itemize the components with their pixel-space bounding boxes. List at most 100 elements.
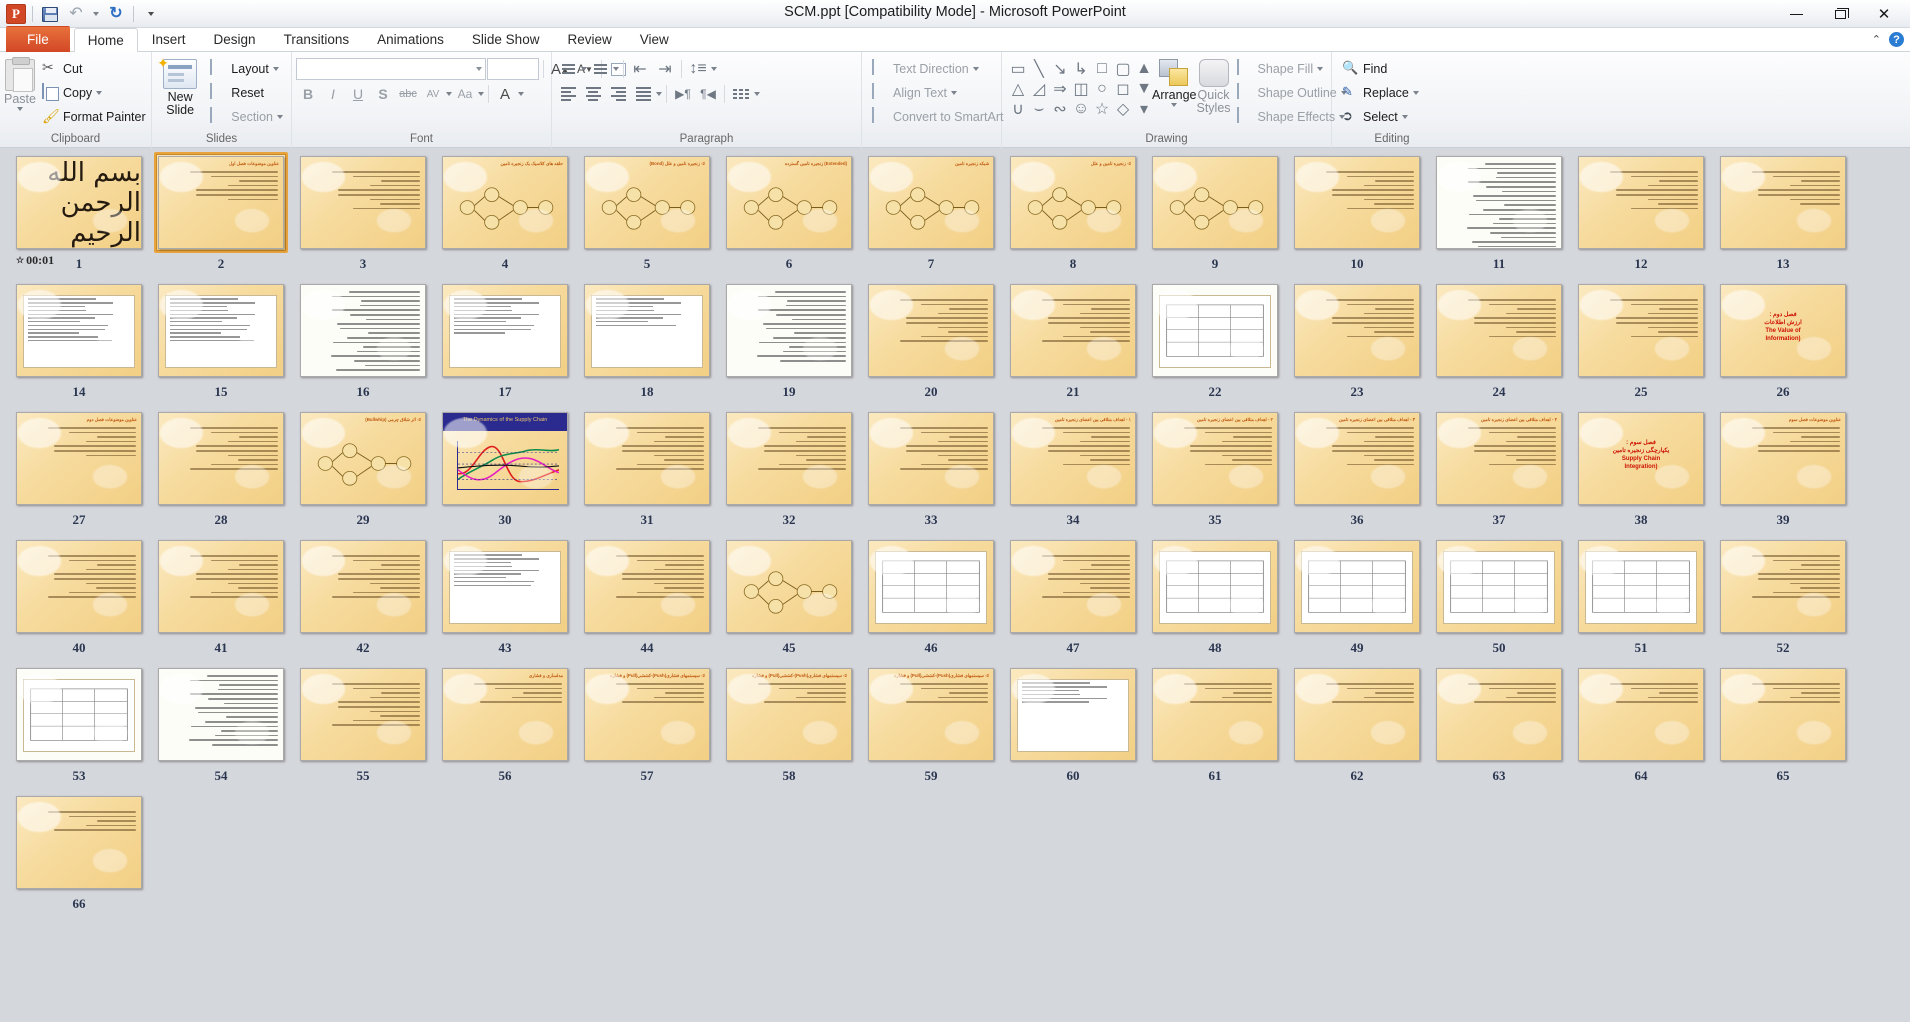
reset-button[interactable]: Reset [206, 81, 287, 104]
slide-thumbnail-50[interactable] [1432, 536, 1566, 637]
slide-thumbnail-14[interactable] [12, 280, 146, 381]
slide-thumbnail-62[interactable] [1290, 664, 1424, 765]
tab-design[interactable]: Design [200, 27, 270, 52]
slide-thumbnail-7[interactable]: شبکه زنجیره تامین [864, 152, 998, 253]
slide-thumbnail-17[interactable] [438, 280, 572, 381]
slide-thumbnail-22[interactable] [1148, 280, 1282, 381]
slide-thumbnail-8[interactable]: 2- زنجیره تامین و علل [1006, 152, 1140, 253]
font-size-combobox[interactable] [487, 58, 539, 80]
slide-thumbnail-3[interactable] [296, 152, 430, 253]
slide-thumbnail-65[interactable] [1716, 664, 1850, 765]
slide-thumbnail-52[interactable] [1716, 536, 1850, 637]
slide-thumbnail-64[interactable] [1574, 664, 1708, 765]
line-spacing-button[interactable]: ↕≡ [686, 58, 710, 80]
restore-button[interactable] [1818, 3, 1862, 25]
text-shadow-button[interactable]: S [371, 83, 395, 105]
tab-slide-show[interactable]: Slide Show [458, 27, 554, 52]
align-center-button[interactable] [581, 83, 605, 105]
tab-view[interactable]: View [626, 27, 683, 52]
italic-button[interactable]: I [321, 83, 345, 105]
slide-thumbnail-45[interactable] [722, 536, 856, 637]
slide-thumbnail-39[interactable]: عناوین موضوعات فصل سوم [1716, 408, 1850, 509]
slide-thumbnail-51[interactable] [1574, 536, 1708, 637]
slide-thumbnail-26[interactable]: فصل دوم : ارزش اطلاعات The Value of (Inform… [1716, 280, 1850, 381]
close-button[interactable]: ✕ [1862, 3, 1906, 25]
slide-thumbnail-1[interactable]: بسم الله الرحمن الرحیم [12, 152, 146, 253]
slide-thumbnail-16[interactable] [296, 280, 430, 381]
find-button[interactable]: 🔍 Find [1338, 57, 1423, 80]
slide-thumbnail-25[interactable] [1574, 280, 1708, 381]
slide-thumbnail-56[interactable]: مدلسازی و فشاری [438, 664, 572, 765]
slide-sorter-pane[interactable]: بسم الله الرحمن الرحیم ☆ 00:01 1 عناوین موضو… [0, 148, 1910, 1022]
new-slide-button[interactable]: ✦ New Slide [156, 55, 204, 117]
slide-thumbnail-12[interactable] [1574, 152, 1708, 253]
layout-button[interactable]: Layout [206, 57, 287, 80]
text-direction-button[interactable]: Text Direction [868, 57, 1007, 80]
slide-thumbnail-60[interactable] [1006, 664, 1140, 765]
convert-to-smartart-button[interactable]: Convert to SmartArt [868, 105, 1007, 128]
slide-thumbnail-35[interactable]: ۲ - اهداف متلاقی بین اعضای زنجیره تامین [1148, 408, 1282, 509]
slide-thumbnail-10[interactable] [1290, 152, 1424, 253]
slide-thumbnail-54[interactable] [154, 664, 288, 765]
slide-thumbnail-46[interactable] [864, 536, 998, 637]
slide-thumbnail-48[interactable] [1148, 536, 1282, 637]
slide-thumbnail-29[interactable]: 2- اثر شلاق چرمی (Bullwhip) [296, 408, 430, 509]
slide-thumbnail-55[interactable] [296, 664, 430, 765]
slide-thumbnail-59[interactable]: 2- سیستمهای فشاری(Push)-کششی(Pull) و فشا… [864, 664, 998, 765]
bullets-button[interactable] [556, 58, 580, 80]
increase-indent-button[interactable]: ⇥ [653, 58, 677, 80]
slide-thumbnail-23[interactable] [1290, 280, 1424, 381]
slide-thumbnail-53[interactable] [12, 664, 146, 765]
underline-button[interactable]: U [346, 83, 370, 105]
slide-thumbnail-19[interactable] [722, 280, 856, 381]
columns-button[interactable] [729, 83, 753, 105]
slide-thumbnail-18[interactable] [580, 280, 714, 381]
slide-thumbnail-24[interactable] [1432, 280, 1566, 381]
bold-button[interactable]: B [296, 83, 320, 105]
slide-thumbnail-33[interactable] [864, 408, 998, 509]
slide-thumbnail-40[interactable] [12, 536, 146, 637]
change-case-button[interactable]: Aa [453, 83, 477, 105]
slide-thumbnail-6[interactable]: (Extended) زنجیره تامین گسترده [722, 152, 856, 253]
shape-gallery[interactable]: ▭ ╲ ↘ ↳ □ ▢ ▲ △ ◿ ⇒ ◫ ○ ◻ ▼ ∪ ⌣ ∾ ☺ ☆ ◇ [1006, 57, 1152, 118]
rtl-text-direction-button[interactable]: ¶◀ [696, 83, 720, 105]
slide-thumbnail-42[interactable] [296, 536, 430, 637]
slide-thumbnail-49[interactable] [1290, 536, 1424, 637]
tab-home[interactable]: Home [73, 28, 138, 53]
character-spacing-button[interactable]: AV [421, 83, 445, 105]
slide-thumbnail-9[interactable] [1148, 152, 1282, 253]
ltr-text-direction-button[interactable]: ▶¶ [671, 83, 695, 105]
tab-transitions[interactable]: Transitions [270, 27, 364, 52]
slide-thumbnail-57[interactable]: 2- سیستمهای فشاری(Push)-کششی(Pull) و فشا… [580, 664, 714, 765]
slide-thumbnail-58[interactable]: 2- سیستمهای فشاری(Push)-کششی(Pull) و فشا… [722, 664, 856, 765]
minimize-button[interactable] [1774, 3, 1818, 25]
minimize-ribbon-icon[interactable]: ⌃ [1872, 33, 1881, 46]
slide-thumbnail-20[interactable] [864, 280, 998, 381]
slide-thumbnail-15[interactable] [154, 280, 288, 381]
quick-styles-button[interactable]: Quick Styles [1196, 57, 1231, 115]
slide-thumbnail-43[interactable] [438, 536, 572, 637]
slide-thumbnail-30[interactable]: The Dynamics of the Supply Chain [438, 408, 572, 509]
font-color-button[interactable]: A [493, 83, 517, 105]
slide-thumbnail-32[interactable] [722, 408, 856, 509]
slide-thumbnail-34[interactable]: ۱ - اهداف متلاقی بین اعضای زنجیره تامین [1006, 408, 1140, 509]
align-left-button[interactable] [556, 83, 580, 105]
arrange-button[interactable]: Arrange [1152, 57, 1196, 107]
font-name-combobox[interactable] [296, 58, 486, 80]
format-painter-button[interactable]: 🖌 Format Painter [38, 105, 150, 128]
replace-button[interactable]: ✎ Replace [1338, 81, 1423, 104]
tab-animations[interactable]: Animations [363, 27, 458, 52]
cut-button[interactable]: ✂ Cut [38, 57, 150, 80]
decrease-indent-button[interactable]: ⇤ [628, 58, 652, 80]
slide-thumbnail-5[interactable]: 2- زنجیره تامین و علل (Bond) [580, 152, 714, 253]
numbering-button[interactable] [588, 58, 612, 80]
slide-thumbnail-47[interactable] [1006, 536, 1140, 637]
slide-thumbnail-4[interactable]: حلقه های کلاسیک یک زنجیره تامین [438, 152, 572, 253]
slide-thumbnail-13[interactable] [1716, 152, 1850, 253]
justify-button[interactable] [631, 83, 655, 105]
copy-button[interactable]: Copy [38, 81, 150, 104]
slide-thumbnail-27[interactable]: عناوین موضوعات فصل دوم [12, 408, 146, 509]
section-button[interactable]: Section [206, 105, 287, 128]
slide-thumbnail-44[interactable] [580, 536, 714, 637]
slide-thumbnail-41[interactable] [154, 536, 288, 637]
